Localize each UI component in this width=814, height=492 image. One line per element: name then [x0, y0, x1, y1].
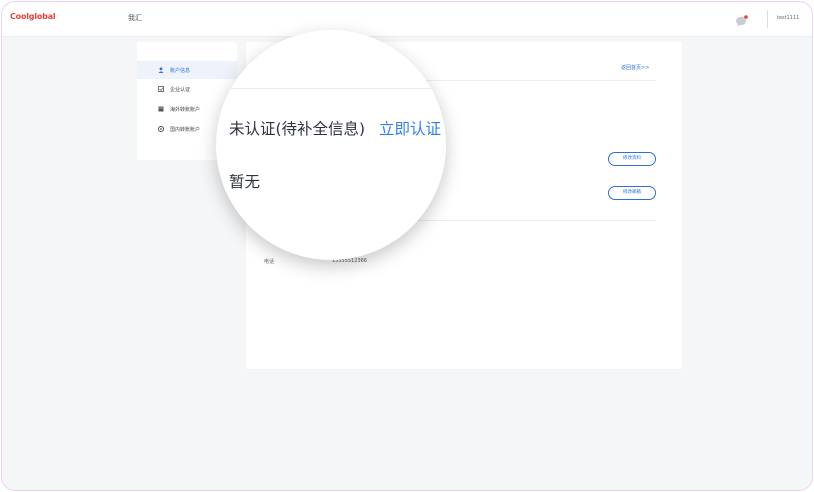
nav-title[interactable]: 我汇 — [128, 13, 142, 23]
username[interactable]: test1111 — [777, 15, 799, 21]
app-frame: Coolglobal 我汇 test1111 账户信息 企业认证 海外转账账户 … — [1, 1, 813, 491]
sidebar-item-enterprise-cert[interactable]: 企业认证 — [137, 80, 237, 98]
magnifier-zoom: 未认证(待补全信息) 立即认证 暂无 — [216, 30, 446, 260]
message-icon[interactable] — [735, 12, 748, 27]
phone-label: 电话 — [264, 259, 275, 265]
certificate-icon — [158, 86, 164, 92]
empty-value-text: 暂无 — [229, 173, 261, 191]
sidebar-item-label: 账户信息 — [170, 68, 191, 74]
back-home-link[interactable]: 返回首页>> — [621, 64, 649, 71]
verification-status: 未认证(待补全信息) — [229, 120, 366, 138]
edit-profile-button[interactable]: 修改资料 — [608, 152, 656, 166]
verify-now-link[interactable]: 立即认证 — [379, 117, 441, 139]
sidebar-item-account-info[interactable]: 账户信息 — [137, 61, 237, 79]
top-bar: Coolglobal 我汇 test1111 — [2, 2, 812, 37]
sidebar-item-label: 海外转账账户 — [170, 107, 201, 113]
building-icon — [158, 106, 164, 112]
sidebar-item-label: 企业认证 — [170, 87, 191, 93]
sidebar-item-label: 国内转账账户 — [170, 127, 201, 133]
topbar-divider — [767, 10, 768, 28]
zoom-divider — [216, 88, 446, 89]
user-icon — [158, 67, 164, 73]
bank-icon — [157, 125, 165, 133]
edit-email-button[interactable]: 修改邮箱 — [608, 186, 656, 200]
brand-logo[interactable]: Coolglobal — [10, 12, 56, 21]
